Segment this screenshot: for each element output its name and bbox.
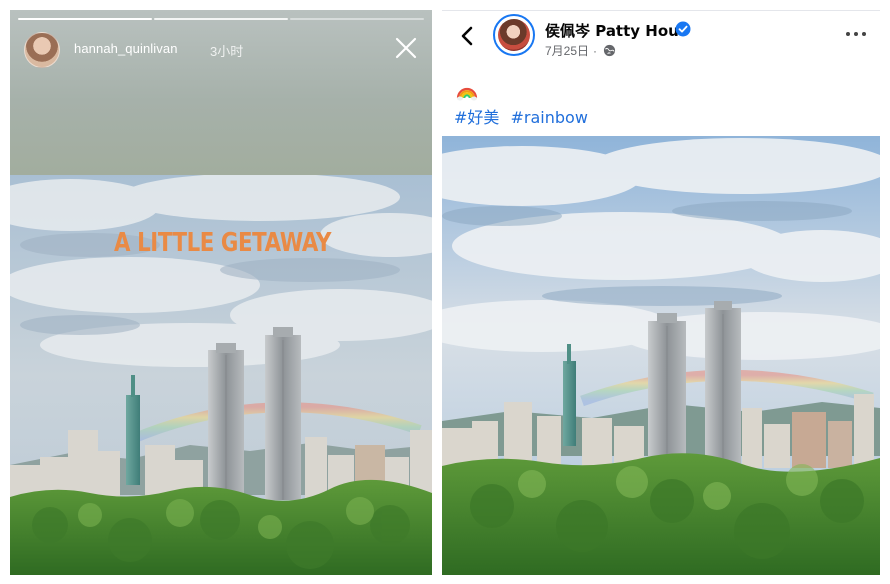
- chevron-left-icon[interactable]: [456, 24, 478, 48]
- avatar[interactable]: [493, 14, 535, 56]
- meta-separator: ·: [593, 43, 598, 58]
- post-photo[interactable]: [442, 136, 880, 575]
- more-options-icon[interactable]: [844, 28, 868, 40]
- story-username[interactable]: hannah_quinlivan: [74, 41, 178, 56]
- story-text-overlay: A LITTLE GETAWAY: [114, 228, 332, 258]
- post-hashtags: #好美 #rainbow: [454, 104, 594, 128]
- story-progress-segment-2: [154, 18, 288, 20]
- avatar[interactable]: [24, 32, 60, 68]
- story-viewer: hannah_quinlivan 3小时 A LITTLE GETAWAY: [10, 10, 432, 575]
- globe-icon[interactable]: [603, 44, 616, 57]
- facebook-post: 侯佩岑 Patty Hou 7月25日 · #好美 #rainbow: [442, 10, 880, 575]
- rainbow-emoji-icon: [456, 87, 478, 101]
- profile-picture: [498, 19, 530, 51]
- story-header: hannah_quinlivan 3小时: [24, 30, 418, 70]
- close-icon[interactable]: [394, 36, 418, 60]
- post-author-name[interactable]: 侯佩岑 Patty Hou: [545, 20, 679, 41]
- verified-badge-icon: [675, 21, 691, 37]
- hashtag-link[interactable]: #好美: [454, 108, 499, 127]
- story-progress-segment-3: [290, 18, 424, 20]
- post-date[interactable]: 7月25日: [545, 42, 589, 59]
- story-progress-segment-1: [18, 18, 152, 20]
- story-timestamp: 3小时: [210, 44, 244, 59]
- divider: [442, 10, 880, 11]
- post-meta: 7月25日 ·: [545, 42, 616, 59]
- hashtag-link[interactable]: #rainbow: [511, 108, 588, 127]
